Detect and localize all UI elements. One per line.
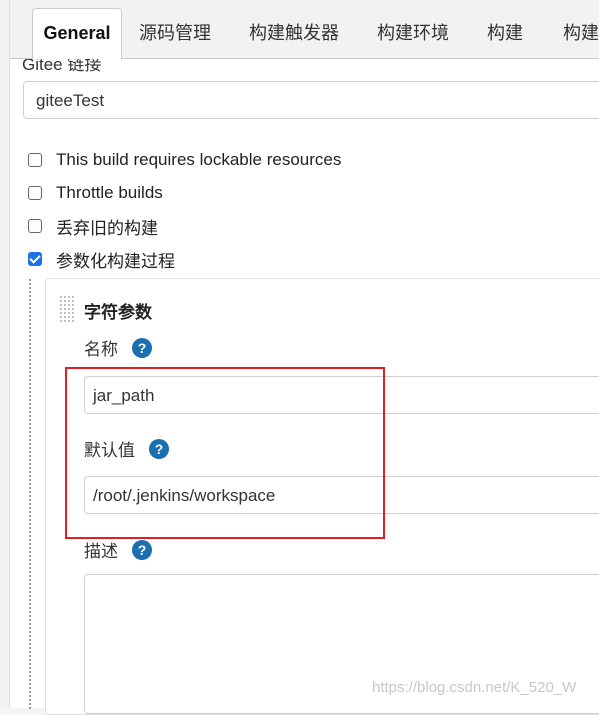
option-throttle-builds[interactable]: Throttle builds bbox=[28, 181, 163, 205]
lockable-resources-checkbox[interactable] bbox=[28, 153, 42, 167]
annotation-highlight-box bbox=[65, 367, 385, 539]
option-label: Throttle builds bbox=[56, 183, 163, 202]
option-parameterized-build[interactable]: 参数化构建过程 bbox=[28, 247, 175, 271]
option-label: 参数化构建过程 bbox=[56, 251, 175, 271]
watermark: https://blog.csdn.net/K_520_W bbox=[372, 679, 577, 696]
name-label-row: 名称 ? bbox=[84, 335, 152, 360]
drag-handle-icon[interactable] bbox=[59, 295, 74, 324]
help-icon[interactable]: ? bbox=[132, 337, 152, 358]
tab-post-build[interactable]: 构建后 bbox=[563, 9, 599, 57]
description-label-row: 描述 ? bbox=[84, 537, 152, 562]
description-label: 描述 bbox=[84, 542, 118, 561]
option-label: This build requires lockable resources bbox=[56, 150, 342, 169]
left-rail bbox=[0, 0, 10, 708]
name-label: 名称 bbox=[84, 340, 118, 359]
help-icon[interactable]: ? bbox=[132, 539, 152, 560]
parameter-title: 字符参数 bbox=[84, 303, 152, 322]
discard-old-builds-checkbox[interactable] bbox=[28, 219, 42, 233]
option-lockable-resources[interactable]: This build requires lockable resources bbox=[28, 148, 341, 172]
gitee-link-select[interactable]: giteeTest bbox=[23, 81, 599, 119]
tab-general[interactable]: General bbox=[32, 8, 122, 60]
tab-build[interactable]: 构建 bbox=[487, 9, 523, 57]
tab-bar: General 源码管理 构建触发器 构建环境 构建 构建后 bbox=[10, 0, 599, 60]
tab-build-environment[interactable]: 构建环境 bbox=[377, 9, 449, 57]
tab-build-triggers[interactable]: 构建触发器 bbox=[249, 9, 339, 57]
parameter-indent-guide bbox=[29, 279, 31, 709]
tab-source-control[interactable]: 源码管理 bbox=[139, 9, 211, 57]
parameterized-build-checkbox[interactable] bbox=[28, 252, 42, 266]
throttle-builds-checkbox[interactable] bbox=[28, 186, 42, 200]
option-discard-old-builds[interactable]: 丢弃旧的构建 bbox=[28, 214, 158, 238]
option-label: 丢弃旧的构建 bbox=[56, 218, 158, 238]
